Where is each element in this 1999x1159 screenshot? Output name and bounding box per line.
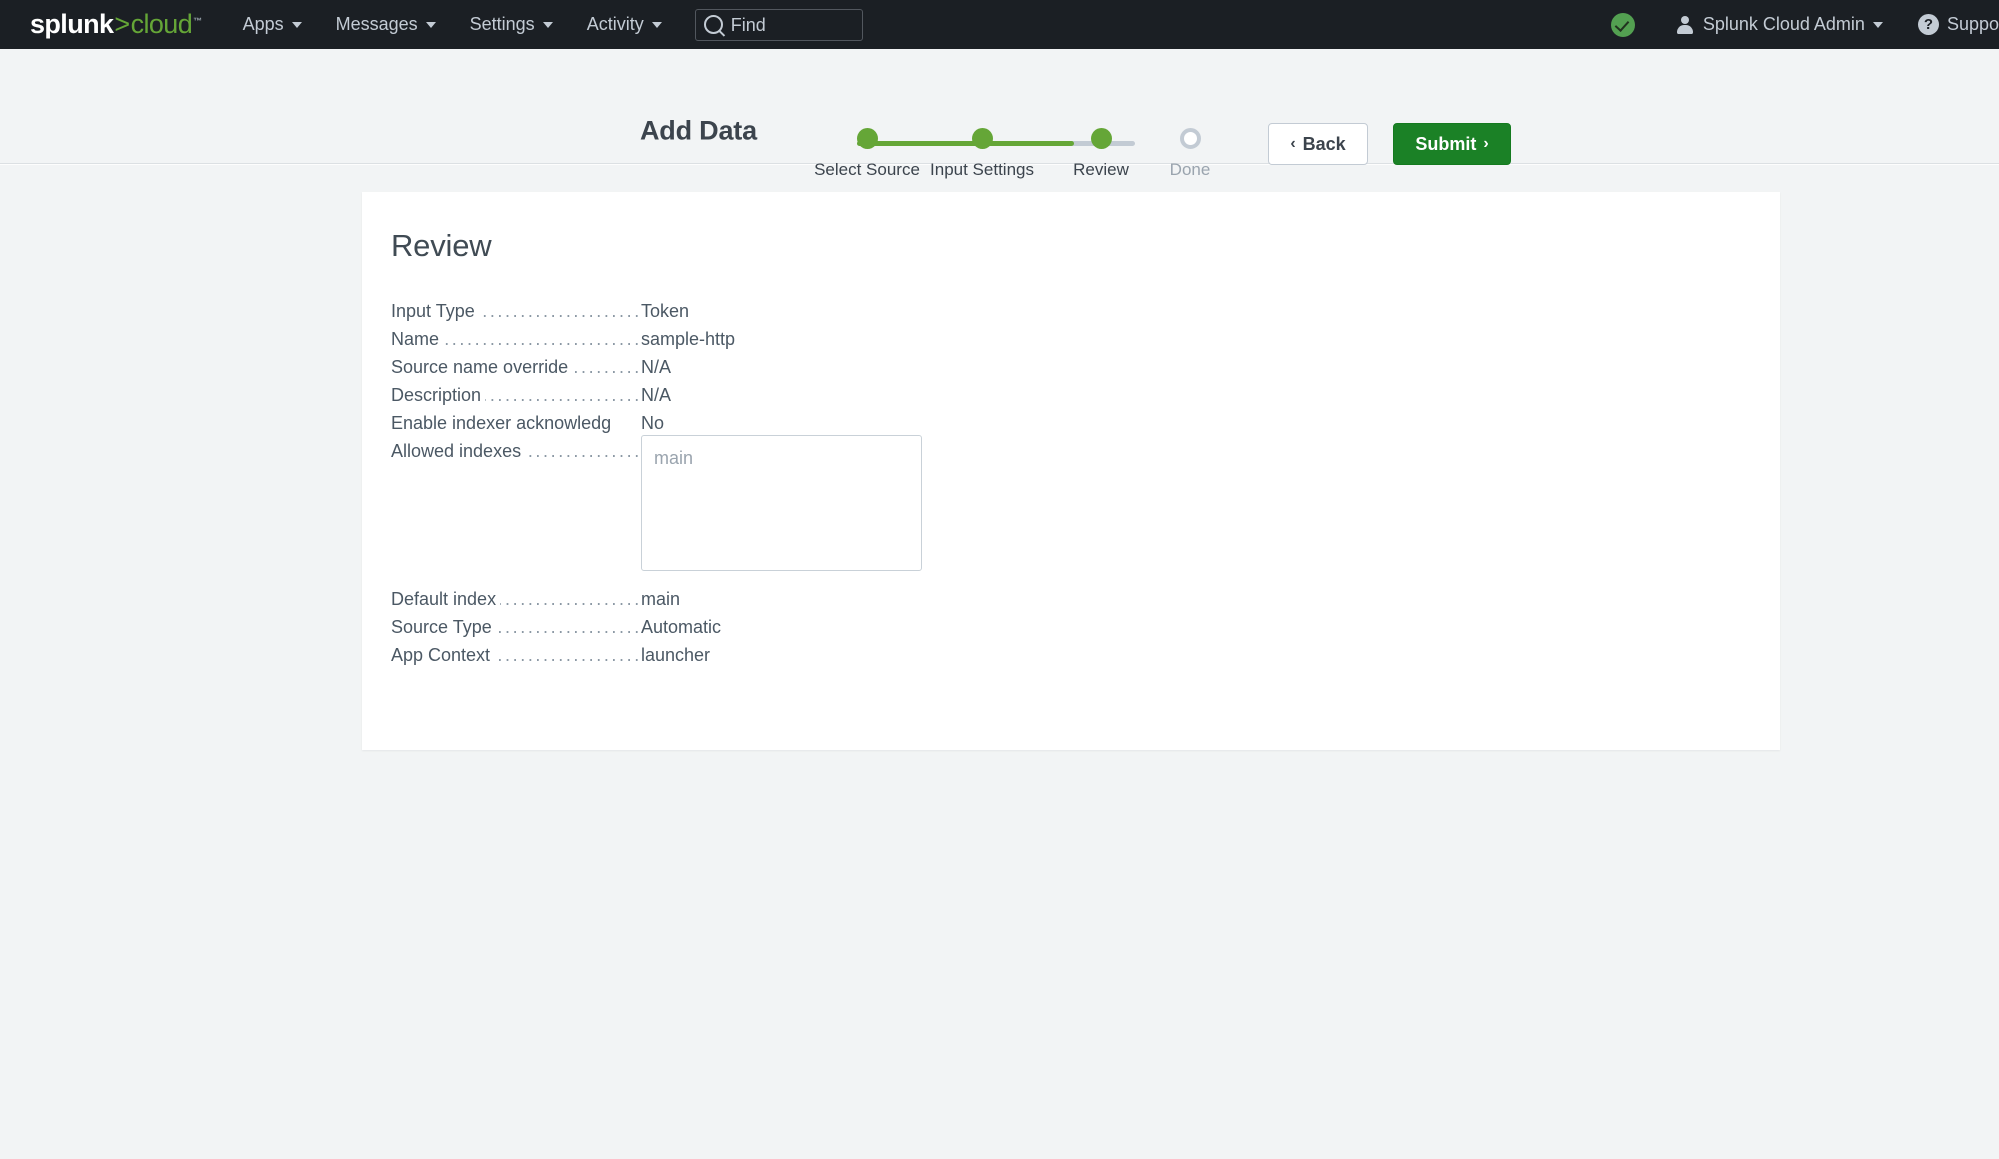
nav-item-messages[interactable]: Messages xyxy=(319,0,453,49)
chevron-down-icon xyxy=(291,21,302,28)
user-account-menu[interactable]: Splunk Cloud Admin xyxy=(1659,0,1901,49)
review-row-value: main xyxy=(641,589,681,609)
wizard-header: Add Data Select Source Input Settings Re… xyxy=(0,49,1999,179)
logo-splunk-text: splunk xyxy=(30,9,114,39)
logo-separator: > xyxy=(114,9,130,39)
review-row-label-cell: Source Type ............................… xyxy=(391,613,639,641)
review-row: Input Type .............................… xyxy=(391,297,1780,325)
nav-item-label: Messages xyxy=(335,14,418,34)
review-row-label-cell: Enable indexer acknowledg xyxy=(391,409,639,437)
submit-button[interactable]: Submit › xyxy=(1393,123,1511,165)
review-row-allowed-indexes: Allowed indexes ........................… xyxy=(391,435,1780,571)
review-row-label-cell: Source name override ...................… xyxy=(391,353,639,381)
find-placeholder: Find xyxy=(730,14,766,35)
review-row-value: N/A xyxy=(641,357,672,377)
nav-item-settings[interactable]: Settings xyxy=(453,0,570,49)
chevron-down-icon xyxy=(542,21,553,28)
review-row: Source name override ...................… xyxy=(391,353,1780,381)
support-menu[interactable]: ? Suppo xyxy=(1901,0,1999,49)
logo-cloud-text: cloud xyxy=(130,9,193,39)
review-row-label: Name xyxy=(391,329,444,349)
review-row-label-cell: Input Type .............................… xyxy=(391,297,639,325)
review-row-value: launcher xyxy=(641,645,711,665)
step-dot-pending-icon xyxy=(1179,128,1201,149)
review-row-label: Default index xyxy=(391,589,501,609)
top-navigation-bar: splunk > cloud ™ Apps Messages Settings Act… xyxy=(0,0,1999,49)
health-status-icon[interactable] xyxy=(1610,12,1635,37)
review-row-value: N/A xyxy=(641,385,672,405)
review-row-value: Token xyxy=(641,301,690,321)
step-dot-complete-icon xyxy=(856,128,878,149)
review-summary-tail: Default index ..........................… xyxy=(391,585,1780,669)
splunk-cloud-logo[interactable]: splunk > cloud ™ xyxy=(30,9,202,40)
top-navigation-right-group: Splunk Cloud Admin ? Suppo xyxy=(1610,0,1999,49)
chevron-down-icon xyxy=(425,21,436,28)
search-icon xyxy=(703,15,723,34)
find-search-input[interactable]: Find xyxy=(694,8,863,41)
nav-item-label: Activity xyxy=(586,14,644,34)
review-row: App Context ............................… xyxy=(391,641,1780,669)
person-icon xyxy=(1676,15,1694,34)
review-row-label: Enable indexer acknowledg xyxy=(391,413,616,433)
nav-item-apps[interactable]: Apps xyxy=(226,0,319,49)
review-row-value: sample-http xyxy=(641,329,736,349)
submit-button-label: Submit xyxy=(1415,133,1477,154)
chevron-down-icon xyxy=(651,21,662,28)
review-row: Description ............................… xyxy=(391,381,1780,409)
review-row: Source Type ............................… xyxy=(391,613,1780,641)
review-row-label: Source Type xyxy=(391,617,496,637)
review-row-label: Input Type xyxy=(391,301,479,321)
nav-item-label: Settings xyxy=(469,14,535,34)
chevron-down-icon xyxy=(1872,21,1883,28)
user-account-label: Splunk Cloud Admin xyxy=(1702,14,1865,34)
review-row: Default index ..........................… xyxy=(391,585,1780,613)
review-summary-list: Input Type .............................… xyxy=(391,297,1780,669)
review-row-label-cell: Name ...................................… xyxy=(391,325,639,353)
review-row-label: Source name override xyxy=(391,357,573,377)
review-card: Review Input Type ......................… xyxy=(362,192,1780,750)
nav-item-label: Apps xyxy=(242,14,284,34)
review-row-label-cell: Allowed indexes ........................… xyxy=(391,437,639,465)
step-dot-complete-icon xyxy=(1090,128,1112,149)
nav-item-activity[interactable]: Activity xyxy=(570,0,679,49)
logo-trademark: ™ xyxy=(193,16,202,26)
page-title: Add Data xyxy=(640,115,757,146)
question-circle-icon: ? xyxy=(1917,14,1939,35)
wizard-step-progress: Select Source Input Settings Review Done xyxy=(805,122,1210,182)
wizard-step-done[interactable]: Done xyxy=(1120,122,1260,180)
back-button-label: Back xyxy=(1302,133,1346,154)
chevron-left-icon: ‹ xyxy=(1290,135,1296,152)
back-button[interactable]: ‹ Back xyxy=(1268,123,1368,165)
wizard-action-buttons: ‹ Back Submit › xyxy=(1268,123,1511,165)
review-row: Enable indexer acknowledg No xyxy=(391,409,1780,437)
review-row-label-cell: Description ............................… xyxy=(391,381,639,409)
review-row-label: Description xyxy=(391,385,486,405)
review-row-label: Allowed indexes xyxy=(391,441,526,461)
review-row-value: No xyxy=(641,413,665,433)
allowed-indexes-textarea[interactable] xyxy=(641,435,922,571)
review-row-value: Automatic xyxy=(641,617,722,637)
review-row-label-cell: App Context ............................… xyxy=(391,641,639,669)
chevron-right-icon: › xyxy=(1483,135,1489,152)
step-dot-complete-icon xyxy=(971,128,993,149)
review-row-label-cell: Default index ..........................… xyxy=(391,585,639,613)
wizard-step-label: Done xyxy=(1169,160,1211,179)
support-label: Suppo xyxy=(1946,14,1999,34)
review-row: Name ...................................… xyxy=(391,325,1780,353)
review-row-label: App Context xyxy=(391,645,495,665)
review-heading: Review xyxy=(391,228,492,263)
